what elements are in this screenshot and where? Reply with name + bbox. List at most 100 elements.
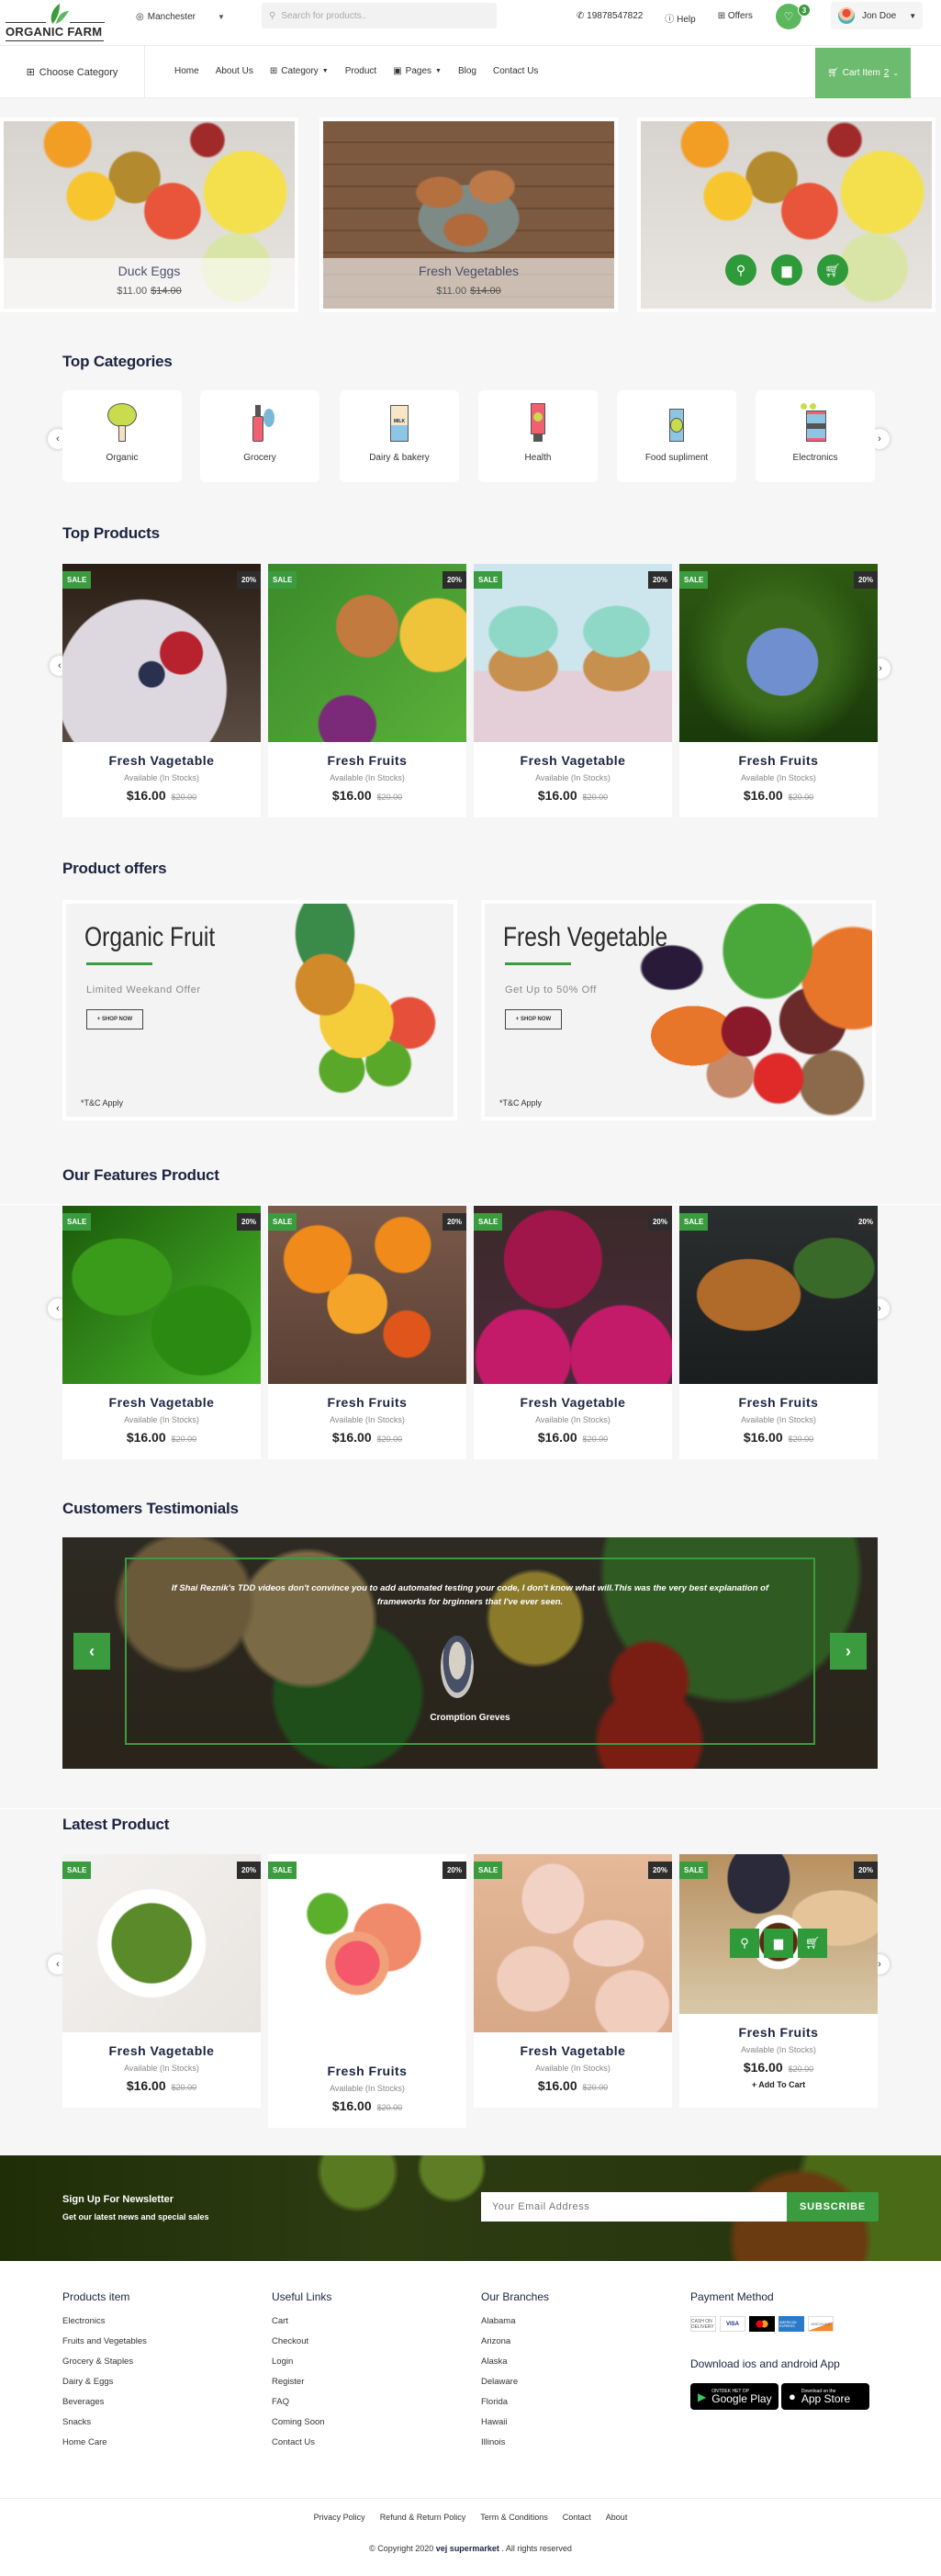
search-input[interactable]: ⚲ Search for products.. <box>262 3 497 28</box>
category-card[interactable]: Health <box>478 390 598 482</box>
footer-link[interactable]: Checkout <box>272 2336 331 2357</box>
choose-category-button[interactable]: ⊞ Choose Category <box>0 46 145 98</box>
add-to-cart-link[interactable]: + Add To Cart <box>679 2080 878 2089</box>
product-card[interactable]: SALE 20% Fresh Vagetable Available (In S… <box>62 1854 261 2108</box>
bag-button[interactable]: ▆ <box>764 1929 793 1958</box>
quick-view-button[interactable]: ⚲ <box>725 254 756 286</box>
category-card[interactable]: Organic <box>62 390 182 482</box>
add-cart-button[interactable]: 🛒︎ <box>817 254 848 286</box>
category-card[interactable]: Electronics <box>756 390 875 482</box>
quick-view-button[interactable]: ⚲ <box>730 1929 759 1958</box>
product-price: $16.00 $20.00 <box>679 2060 878 2075</box>
footer-link[interactable]: Arizona <box>481 2336 549 2357</box>
footer-link[interactable]: Florida <box>481 2397 549 2417</box>
product-card[interactable]: SALE 20% Fresh Fruits Available (In Stoc… <box>268 1854 466 2128</box>
subscribe-button[interactable]: SUBSCRIBE <box>787 2192 879 2222</box>
offer-banner[interactable]: Fresh Vegetable Get Up to 50% Off + SHOP… <box>481 900 876 1120</box>
footer-link[interactable]: Delaware <box>481 2377 549 2397</box>
footer-link[interactable]: Cart <box>272 2316 331 2336</box>
banner-slide[interactable]: ⚲ ▆ 🛒︎ <box>637 118 935 312</box>
product-card[interactable]: SALE 20% Fresh Fruits Available (In Stoc… <box>679 564 878 817</box>
nav-item-about[interactable]: About Us <box>216 66 253 76</box>
footer-link[interactable]: Alaska <box>481 2357 549 2377</box>
category-card[interactable]: Grocery <box>200 390 319 482</box>
google-play-button[interactable]: ▶ ONTDEK HET OP Google Play <box>690 2383 779 2410</box>
product-card[interactable]: SALE 20% Fresh Vagetable Available (In S… <box>62 564 261 817</box>
product-image: SALE 20% <box>268 1854 466 2053</box>
footer-link[interactable]: Alabama <box>481 2316 549 2336</box>
nav-item-category[interactable]: ⊞ Category ▼ <box>270 66 329 76</box>
footer-link[interactable]: Home Care <box>62 2437 147 2458</box>
gift-icon: ⊞ <box>717 11 728 21</box>
product-card[interactable]: SALE 20% Fresh Fruits Available (In Stoc… <box>268 564 466 817</box>
nav-category-label: Category <box>281 66 319 76</box>
about-link[interactable]: About <box>606 2513 628 2522</box>
product-card[interactable]: SALE 20% Fresh Vagetable Available (In S… <box>474 1854 672 2108</box>
refund-policy-link[interactable]: Refund & Return Policy <box>380 2513 466 2522</box>
nav-item-blog[interactable]: Blog <box>458 66 476 76</box>
product-card[interactable]: SALE 20% Fresh Vagetable Available (In S… <box>62 1206 261 1459</box>
footer-link[interactable]: Dairy & Eggs <box>62 2377 147 2397</box>
footer-link[interactable]: Grocery & Staples <box>62 2357 147 2377</box>
category-card[interactable]: Food supliment <box>617 390 736 482</box>
sale-badge: SALE <box>62 1213 92 1231</box>
product-image: SALE 20% <box>62 1854 261 2032</box>
footer-link[interactable]: Login <box>272 2357 331 2377</box>
product-image: SALE 20% <box>679 1206 878 1384</box>
tube-icon <box>520 403 556 442</box>
footer-link[interactable]: Hawaii <box>481 2417 549 2437</box>
nav-item-home[interactable]: Home <box>174 66 199 76</box>
payment-logos: CASH ON DELIVERY VISA Mastercard AMERICA… <box>690 2316 869 2332</box>
product-card[interactable]: SALE 20% Fresh Vagetable Available (In S… <box>474 564 672 817</box>
footer-link[interactable]: FAQ <box>272 2397 331 2417</box>
nav-item-product[interactable]: Product <box>345 66 376 76</box>
privacy-policy-link[interactable]: Privacy Policy <box>314 2513 365 2522</box>
logo[interactable]: ORGANIC FARM <box>6 4 106 41</box>
footer-link[interactable]: Electronics <box>62 2316 147 2336</box>
phone-link[interactable]: ✆ 19878547822 <box>577 11 643 25</box>
footer-link[interactable]: Beverages <box>62 2397 147 2417</box>
nav-item-pages[interactable]: ▣ Pages ▼ <box>393 66 442 76</box>
product-card[interactable]: SALE 20% ⚲ ▆ 🛒︎ Fresh Fruits Available (… <box>679 1854 878 2108</box>
email-input[interactable] <box>481 2192 788 2222</box>
section-title-offers: Product offers <box>62 860 167 877</box>
add-cart-button[interactable]: 🛒︎ <box>798 1929 827 1958</box>
user-menu[interactable]: Jon Doe ▼ <box>831 2 923 29</box>
footer-link[interactable]: Illinois <box>481 2437 549 2458</box>
testimonial-next-button[interactable]: › <box>830 1633 867 1670</box>
banner-slide[interactable]: Fresh Vegetables $11.00 $14.00 <box>319 118 618 312</box>
banner-slide[interactable]: Duck Eggs $11.00 $14.00 <box>0 118 298 312</box>
sale-badge: SALE <box>474 571 503 589</box>
product-card[interactable]: SALE 20% Fresh Fruits Available (In Stoc… <box>679 1206 878 1459</box>
chevron-left-icon: ‹ <box>89 1641 95 1660</box>
old-price: $20.00 <box>376 2103 403 2112</box>
footer-link[interactable]: Register <box>272 2377 331 2397</box>
price: $16.00 <box>743 2060 783 2075</box>
footer-links-column: Useful Links Cart Checkout Login Registe… <box>272 2290 331 2458</box>
old-price: $20.00 <box>171 2083 197 2092</box>
help-link[interactable]: ⓘ Help <box>665 11 695 25</box>
contact-link[interactable]: Contact <box>563 2513 591 2522</box>
shop-now-button[interactable]: + SHOP NOW <box>86 1009 143 1029</box>
offers-link[interactable]: ⊞ Offers <box>718 11 753 25</box>
testimonial-prev-button[interactable]: ‹ <box>73 1633 110 1670</box>
bag-button[interactable]: ▆ <box>771 254 802 286</box>
cart-button[interactable]: 🛒︎ Cart Item 2 ⌄ <box>815 48 911 98</box>
footer-link[interactable]: Fruits and Vegetables <box>62 2336 147 2357</box>
nav-item-contact[interactable]: Contact Us <box>493 66 538 76</box>
footer-link[interactable]: Contact Us <box>272 2437 331 2458</box>
product-card[interactable]: SALE 20% Fresh Vagetable Available (In S… <box>474 1206 672 1459</box>
location-selector[interactable]: ◎ Manchester ▼ <box>136 12 225 22</box>
product-image: SALE 20% <box>62 564 261 742</box>
footer-link[interactable]: Snacks <box>62 2417 147 2437</box>
offer-banner[interactable]: Organic Fruit Limited Weekand Offer + SH… <box>62 900 457 1120</box>
product-price: $16.00 $20.00 <box>268 1430 466 1445</box>
footer: Products item Electronics Fruits and Veg… <box>0 2261 941 2576</box>
category-card[interactable]: MILK Dairy & bakery <box>340 390 459 482</box>
shop-now-button[interactable]: + SHOP NOW <box>505 1009 562 1029</box>
terms-link[interactable]: Term & Conditions <box>480 2513 548 2522</box>
price: $16.00 <box>743 788 783 803</box>
footer-link[interactable]: Coming Soon <box>272 2417 331 2437</box>
app-store-button[interactable]: ● Download on the App Store <box>781 2383 869 2410</box>
product-card[interactable]: SALE 20% Fresh Fruits Available (In Stoc… <box>268 1206 466 1459</box>
